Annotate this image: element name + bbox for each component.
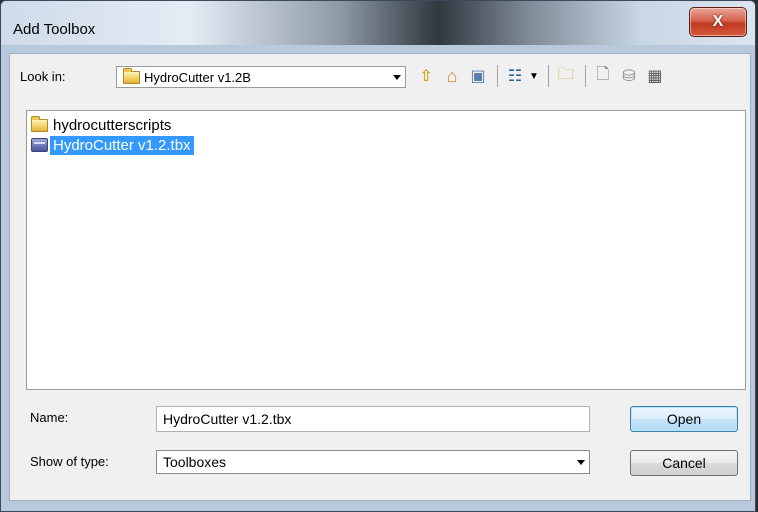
show-of-type-value: Toolboxes — [163, 454, 227, 470]
name-input[interactable] — [156, 406, 590, 432]
new-folder-button[interactable]: 🗀 — [554, 64, 578, 88]
new-database-button[interactable]: ⛁ — [617, 64, 641, 88]
name-label: Name: — [30, 410, 69, 425]
home-folder-button[interactable]: ⌂ — [440, 64, 464, 88]
close-icon: X — [712, 13, 724, 30]
list-item[interactable]: hydrocutterscripts — [31, 115, 174, 135]
view-dropdown-chevron-down-icon[interactable]: ▼ — [529, 71, 539, 82]
look-in-label: Look in: — [20, 69, 66, 84]
look-in-dropdown[interactable]: HydroCutter v1.2B — [116, 66, 406, 88]
toolbar-divider — [497, 65, 498, 87]
new-toolbox-icon: ▦ — [647, 68, 663, 85]
file-label: HydroCutter v1.2.tbx — [50, 135, 194, 155]
chevron-down-icon[interactable] — [393, 75, 401, 80]
toolbar-divider — [584, 65, 586, 87]
toolbar-divider — [547, 65, 549, 87]
folder-icon — [31, 115, 48, 132]
list-item[interactable]: HydroCutter v1.2.tbx — [31, 135, 194, 155]
chevron-down-icon[interactable] — [577, 460, 585, 465]
up-one-level-icon: ⇧ — [419, 68, 433, 85]
close-button[interactable]: X — [689, 7, 747, 37]
view-details-button[interactable]: ☷ — [503, 64, 527, 88]
toolbox-icon — [31, 138, 48, 152]
new-toolbox-button[interactable]: ▦ — [643, 64, 667, 88]
window-title: Add Toolbox — [13, 21, 96, 38]
connect-folder-icon: ▣ — [470, 68, 486, 85]
folder-icon — [123, 67, 140, 84]
new-file-button[interactable]: 🗋 — [591, 64, 615, 88]
open-button[interactable]: Open — [630, 406, 738, 432]
home-folder-icon: ⌂ — [446, 65, 458, 86]
up-one-level-button[interactable]: ⇧ — [414, 64, 438, 88]
dialog-body: Look in: HydroCutter v1.2B ⇧ ⌂ ▣ ☷ ▼ 🗀 🗋… — [9, 53, 751, 501]
new-folder-icon: 🗀 — [557, 65, 574, 83]
show-of-type-label: Show of type: — [30, 454, 109, 469]
new-database-icon: ⛁ — [622, 68, 636, 85]
new-file-icon: 🗋 — [596, 65, 610, 83]
look-in-value: HydroCutter v1.2B — [144, 69, 251, 85]
title-bar[interactable]: Add Toolbox X — [1, 1, 755, 45]
show-of-type-dropdown[interactable]: Toolboxes — [156, 450, 590, 474]
file-list[interactable]: hydrocutterscripts HydroCutter v1.2.tbx — [26, 110, 746, 390]
view-details-icon: ☷ — [507, 68, 523, 85]
file-label: hydrocutterscripts — [53, 116, 172, 134]
navigation-toolbar: ⇧ ⌂ ▣ ☷ ▼ 🗀 🗋 ⛁ ▦ — [414, 62, 669, 90]
connect-folder-button[interactable]: ▣ — [466, 64, 490, 88]
add-toolbox-dialog: Add Toolbox X Look in: HydroCutter v1.2B… — [0, 0, 756, 512]
cancel-button[interactable]: Cancel — [630, 450, 738, 476]
